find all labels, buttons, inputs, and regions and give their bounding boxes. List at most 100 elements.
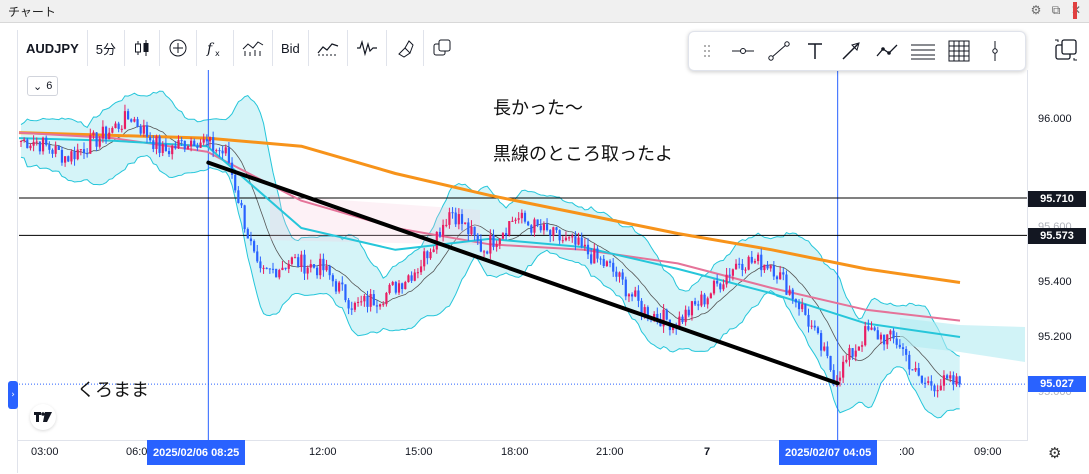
candle-body [684, 309, 687, 323]
candle-body [728, 274, 731, 276]
candle-body [432, 249, 435, 252]
chart-settings-gear-icon[interactable]: ⚙ [1048, 444, 1061, 462]
candle-body [772, 265, 775, 277]
candle-body [454, 212, 457, 225]
candle-body [319, 258, 322, 276]
path-tool-icon[interactable] [869, 33, 905, 69]
candle-body [193, 140, 196, 147]
candle-body [612, 262, 615, 272]
candle-body [256, 251, 259, 262]
grid-tool-icon[interactable] [941, 33, 977, 69]
candle-body [952, 375, 955, 385]
bid-button[interactable]: Bid [273, 30, 309, 66]
svg-text:x: x [215, 49, 220, 58]
candle-body [152, 140, 155, 149]
arrow-tool-icon[interactable] [833, 33, 869, 69]
candle-body [501, 233, 505, 239]
side-panel-toggle[interactable]: › [8, 381, 18, 409]
candle-body [227, 147, 230, 163]
candle-body [706, 298, 709, 305]
line-chart-icon[interactable] [309, 30, 348, 66]
layout-toggle-icon[interactable] [1050, 35, 1082, 65]
time-tick: 12:00 [309, 446, 337, 458]
text-tool-icon[interactable] [797, 33, 833, 69]
horizontal-line-tool-icon[interactable] [725, 33, 761, 69]
candle-body [92, 132, 95, 135]
candle-body [782, 272, 785, 275]
candle-body [561, 240, 564, 242]
candle-body [495, 244, 498, 248]
candle-body [243, 205, 246, 230]
oscillator-icon[interactable] [348, 30, 387, 66]
fib-tool-icon[interactable] [905, 33, 941, 69]
candle-body [851, 348, 854, 357]
indicators-icon[interactable]: fx [197, 30, 234, 66]
candle-body [448, 212, 451, 225]
candle-body [794, 299, 797, 303]
time-tick: 21:00 [596, 446, 624, 458]
candle-body [95, 132, 98, 147]
tradingview-logo-icon[interactable] [30, 404, 56, 430]
candle-body [293, 257, 297, 259]
candle-body [590, 254, 593, 264]
candle-body [933, 385, 936, 392]
candle-body [253, 241, 256, 252]
candle-body [275, 268, 278, 278]
candle-body [958, 376, 961, 385]
candle-body [508, 221, 511, 236]
annotation-line-2: 黒線のところ取ったよ [493, 144, 673, 165]
candle-body [79, 149, 82, 151]
candle-body [936, 390, 939, 392]
candle-body [136, 119, 139, 127]
candle-body [734, 263, 738, 270]
candle-body [271, 268, 275, 270]
candle-body [886, 334, 889, 345]
compare-add-icon[interactable] [160, 30, 197, 66]
candle-body [366, 295, 369, 307]
candle-body [848, 348, 851, 360]
candle-body [731, 269, 734, 276]
candle-body [290, 257, 293, 264]
candle-body [382, 304, 385, 306]
interval-button[interactable]: 5分 [88, 30, 125, 66]
candle-body [514, 219, 517, 221]
candle-body [303, 254, 306, 274]
candle-body [67, 156, 70, 162]
candle-body [946, 375, 949, 379]
candle-body [804, 304, 807, 315]
legend-toggle[interactable]: ⌄ 6 [27, 76, 59, 96]
price-tick: 95.400 [1038, 276, 1072, 288]
candle-body [621, 272, 624, 280]
candle-body [876, 330, 879, 340]
svg-text:f: f [206, 41, 215, 57]
candle-body [196, 146, 199, 148]
drag-handle-icon[interactable] [689, 33, 725, 69]
candle-body [64, 156, 67, 163]
candle-style-icon[interactable] [125, 30, 160, 66]
candle-body [917, 368, 920, 376]
copy-icon[interactable] [424, 30, 460, 66]
candle-body [237, 190, 240, 203]
chart-toolbar: AUDJPY 5分 fx Bid [18, 30, 460, 66]
candle-body [750, 256, 753, 263]
brush-icon[interactable] [387, 30, 424, 66]
candle-body [325, 266, 328, 271]
drawing-toolbar [688, 31, 1026, 71]
candle-body [911, 369, 914, 371]
candle-body [29, 145, 32, 149]
candle-body [779, 272, 782, 280]
candle-body [388, 284, 391, 293]
candle-body [23, 139, 26, 141]
candle-body [467, 222, 470, 235]
templates-icon[interactable] [234, 30, 273, 66]
candle-body [930, 381, 933, 386]
candle-body [177, 140, 180, 149]
candle-body [300, 254, 303, 267]
trend-line-tool-icon[interactable] [761, 33, 797, 69]
candle-body [284, 267, 287, 269]
candle-body [807, 314, 810, 327]
vertical-line-tool-icon[interactable] [977, 33, 1013, 69]
candle-body [41, 137, 45, 152]
symbol-button[interactable]: AUDJPY [18, 30, 88, 66]
candle-body [404, 282, 407, 290]
